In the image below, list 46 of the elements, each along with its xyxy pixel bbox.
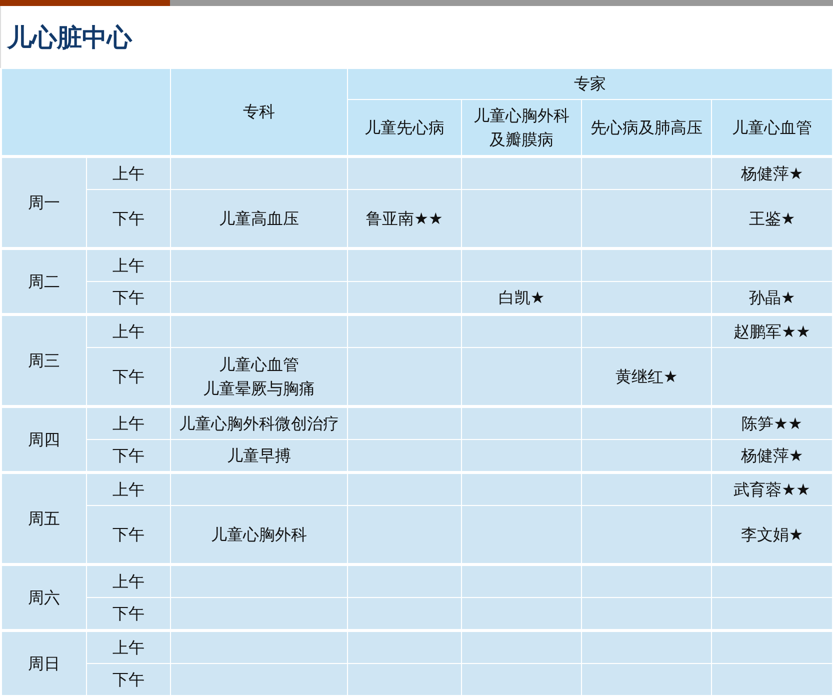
page-title: 儿心脏中心 xyxy=(7,22,132,54)
time-cell: 下午 xyxy=(86,506,170,564)
column-header: 先心病及肺高压 xyxy=(590,116,704,138)
column-header: 儿童心胸外科 xyxy=(472,104,570,126)
expert-cell: 黄继红★ xyxy=(582,348,712,406)
specialty-cell: 儿童高血压 xyxy=(170,190,348,248)
column-header: 儿童先心病 xyxy=(364,116,446,138)
expert-cell: 孙晶★ xyxy=(712,282,832,314)
expert-cell: 赵鹏军★★ xyxy=(712,314,832,348)
expert-cell: 陈笋★★ xyxy=(712,406,832,440)
time-cell: 上午 xyxy=(86,156,170,190)
time-cell: 下午 xyxy=(86,348,170,406)
time-cell: 上午 xyxy=(86,472,170,506)
column-header: 儿童心血管 xyxy=(731,116,813,138)
day-cell: 周二 xyxy=(2,248,86,314)
specialty-text: 儿童晕厥与胸痛 xyxy=(202,378,316,400)
expert-cell: 杨健萍★ xyxy=(712,156,832,190)
column-header: 及瓣膜病 xyxy=(488,128,554,150)
expert-cell: 李文娟★ xyxy=(712,506,832,564)
time-cell: 下午 xyxy=(86,664,170,696)
column-header: 专科 xyxy=(170,68,348,156)
time-cell: 下午 xyxy=(86,598,170,630)
expert-cell: 鲁亚南★★ xyxy=(348,190,462,248)
column-header: 专家 xyxy=(348,68,832,100)
day-cell: 周日 xyxy=(2,630,86,696)
time-cell: 上午 xyxy=(86,314,170,348)
expert-cell: 杨健萍★ xyxy=(712,440,832,472)
specialty-text: 儿童心血管 xyxy=(218,354,300,376)
day-cell: 周一 xyxy=(2,156,86,248)
specialty-cell: 儿童心胸外科 xyxy=(170,506,348,564)
time-cell: 下午 xyxy=(86,190,170,248)
time-cell: 上午 xyxy=(86,248,170,282)
day-cell: 周六 xyxy=(2,564,86,630)
time-cell: 上午 xyxy=(86,406,170,440)
time-cell: 下午 xyxy=(86,282,170,314)
time-cell: 上午 xyxy=(86,630,170,664)
specialty-cell: 儿童早搏 xyxy=(170,440,348,472)
day-cell: 周三 xyxy=(2,314,86,406)
expert-cell: 王鉴★ xyxy=(712,190,832,248)
expert-cell: 武育蓉★★ xyxy=(712,472,832,506)
time-cell: 上午 xyxy=(86,564,170,598)
expert-cell: 白凯★ xyxy=(462,282,582,314)
day-cell: 周五 xyxy=(2,472,86,564)
day-cell: 周四 xyxy=(2,406,86,472)
time-cell: 下午 xyxy=(86,440,170,472)
specialty-cell: 儿童心胸外科微创治疗 xyxy=(170,406,348,440)
